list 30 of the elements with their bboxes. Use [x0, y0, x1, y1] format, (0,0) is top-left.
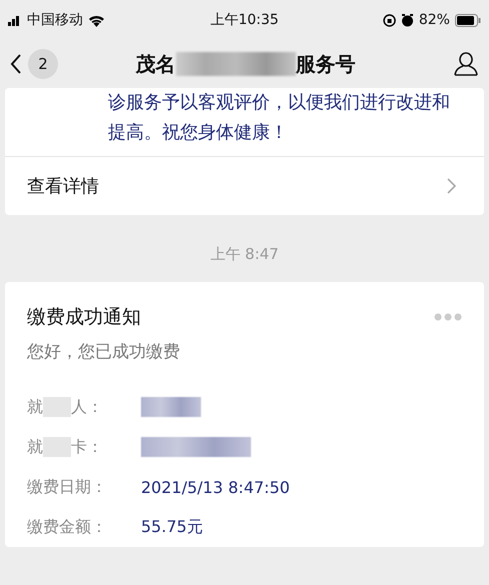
- battery-icon: [454, 14, 481, 26]
- field-label: 就: [27, 396, 43, 418]
- unread-badge: 2: [28, 49, 58, 79]
- signal-icon: [8, 14, 22, 26]
- alarm-icon: [400, 14, 414, 26]
- chat-title: 茂名: [136, 50, 176, 78]
- notice-title: 缴费成功通知: [27, 305, 141, 330]
- chat-title: 服务号: [296, 50, 356, 78]
- carrier-name: 中国移动: [27, 11, 83, 29]
- battery-percent: 82%: [418, 12, 450, 28]
- rotation-lock-icon: [382, 14, 396, 26]
- redacted-area: [43, 437, 71, 457]
- field-value: 2021/5/13 8:47:50: [141, 478, 290, 496]
- profile-icon[interactable]: [453, 51, 479, 77]
- field-label: 卡：: [71, 436, 103, 458]
- view-details-link[interactable]: 查看详情: [5, 157, 484, 215]
- chevron-icon: [447, 178, 456, 194]
- back-icon[interactable]: [10, 53, 22, 75]
- field-label: 就: [27, 436, 43, 458]
- field-label: 缴费日期：: [27, 476, 108, 498]
- redacted-area: [43, 397, 71, 417]
- redacted-area: [141, 397, 201, 417]
- message-text: 诊服务予以客观评价，以便我们进行改进和提高。祝您身体健康！: [5, 88, 484, 157]
- timestamp: 上午 8:47: [210, 245, 279, 263]
- wifi-icon: [88, 14, 105, 26]
- clock-time: 上午10:35: [210, 11, 279, 29]
- field-value: 55.75元: [141, 516, 203, 538]
- field-label: 人：: [71, 396, 103, 418]
- notice-greeting: 您好，您已成功缴费: [27, 341, 181, 363]
- field-label: 缴费金额：: [27, 516, 108, 538]
